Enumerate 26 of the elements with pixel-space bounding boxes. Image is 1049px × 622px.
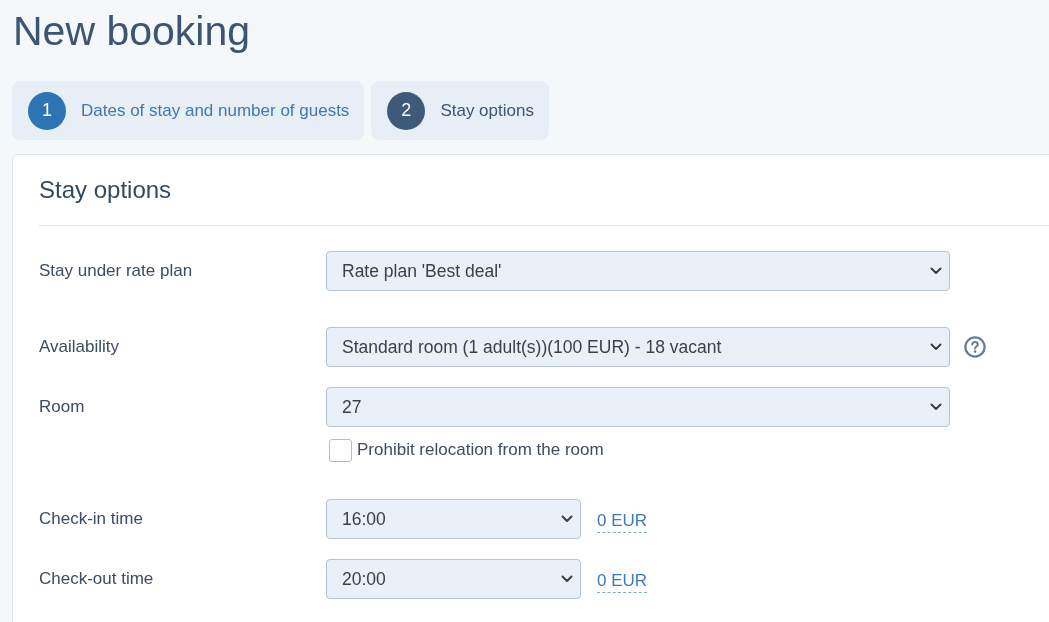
step-tab[interactable]: 1 Dates of stay and number of guests — [12, 81, 365, 140]
step-number: 2 — [387, 91, 426, 130]
price-link[interactable]: 0 EUR — [597, 510, 648, 533]
checkbox[interactable] — [329, 438, 352, 462]
page-title: New booking — [12, 7, 251, 56]
step-tab[interactable]: 2 Stay options — [371, 81, 549, 140]
dropdown-select[interactable]: 27 — [326, 387, 950, 427]
dropdown-select[interactable]: Standard room (1 adult(s))(100 EUR) - 18 vacant — [326, 327, 950, 367]
dropdown-select[interactable]: Rate plan 'Best deal' — [326, 251, 950, 291]
checkbox-label[interactable]: Prohibit relocation from the room — [357, 440, 604, 460]
field-label: Stay under rate plan — [39, 261, 193, 281]
chevron-down-icon — [561, 575, 573, 583]
step-number: 1 — [28, 91, 66, 130]
chevron-down-icon — [930, 343, 942, 351]
price-link[interactable]: 0 EUR — [597, 570, 648, 593]
chevron-down-icon — [930, 267, 942, 275]
dropdown-select[interactable]: 16:00 — [326, 499, 581, 539]
dropdown-select[interactable]: 20:00 — [326, 559, 581, 599]
field-label: Check-out time — [39, 569, 154, 589]
field-label: Room — [39, 397, 85, 417]
chevron-down-icon — [561, 515, 573, 523]
chevron-down-icon — [930, 403, 942, 411]
panel-title: Stay options — [39, 176, 172, 204]
field-label: Check-in time — [39, 509, 143, 529]
field-label: Availability — [39, 337, 119, 357]
help-icon[interactable] — [964, 336, 986, 358]
